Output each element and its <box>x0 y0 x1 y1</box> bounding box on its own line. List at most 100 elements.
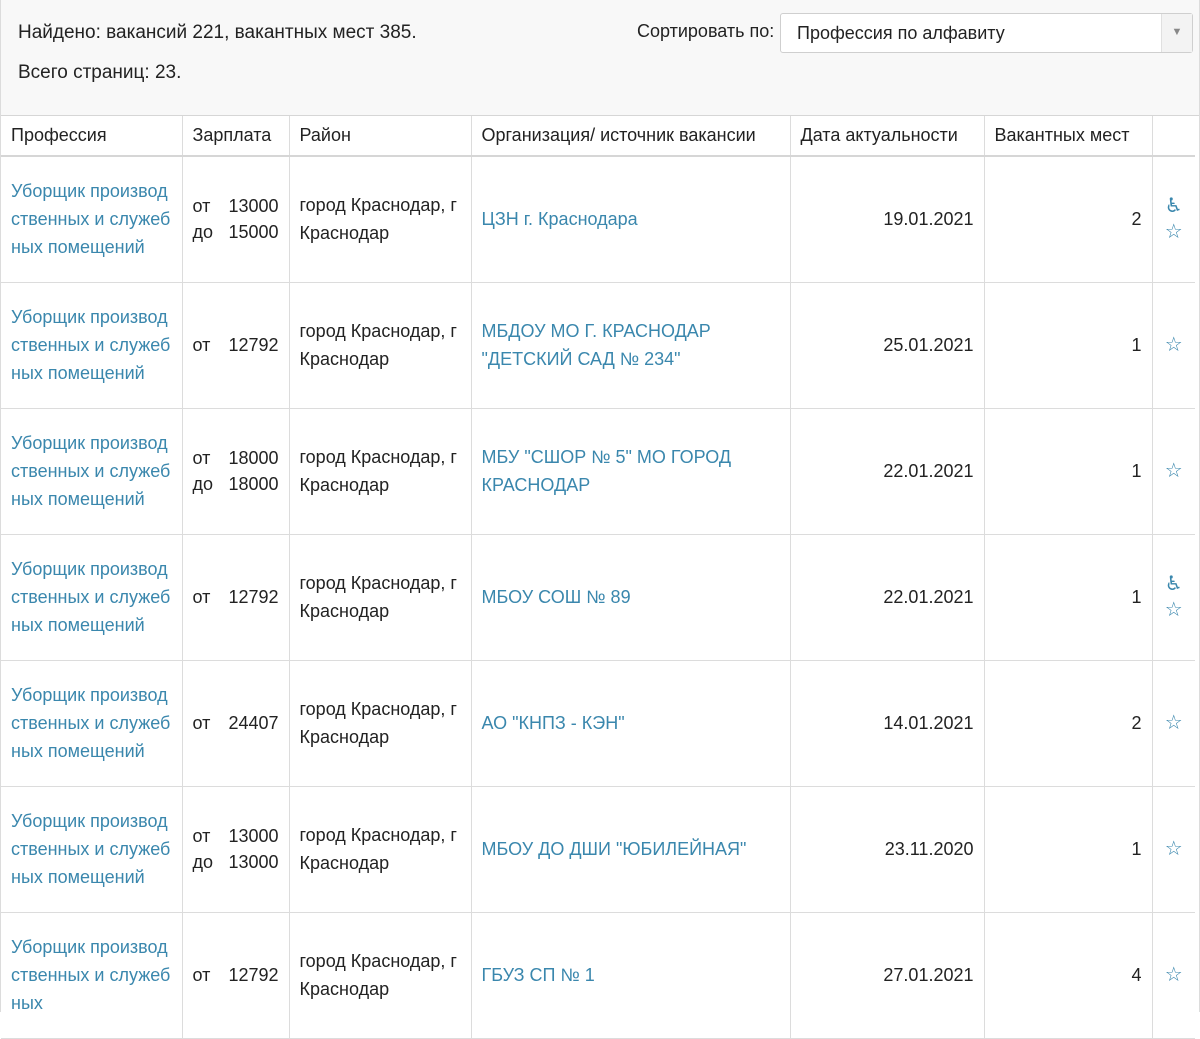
salary-from-value: 13000 <box>228 196 279 217</box>
sort-select[interactable]: Профессия по алфавиту ▼ <box>780 13 1193 53</box>
cell-date: 22.01.2021 <box>789 408 984 535</box>
cell-places: 1 <box>983 786 1152 913</box>
organization-link[interactable]: ГБУЗ СП № 1 <box>482 965 595 985</box>
salary-from-value: 24407 <box>228 713 279 733</box>
organization-link[interactable]: МБОУ СОШ № 89 <box>482 587 631 607</box>
salary-from: от 12792 <box>193 962 279 988</box>
salary-from-value: 12792 <box>228 965 279 985</box>
cell-date: 19.01.2021 <box>789 156 984 283</box>
organization-link[interactable]: ЦЗН г. Краснодара <box>482 209 638 229</box>
star-icon[interactable]: ☆ <box>1153 962 1196 988</box>
cell-date: 23.11.2020 <box>789 786 984 913</box>
salary-from-label: от <box>192 713 211 733</box>
cell-actions: ☆ <box>1151 282 1196 409</box>
header-places[interactable]: Вакантных мест <box>983 116 1152 157</box>
salary-from-label: от <box>192 196 211 217</box>
salary-to-label: до <box>192 474 214 494</box>
organization-link[interactable]: МБДОУ МО Г. КРАСНОДАР "ДЕТСКИЙ САД № 234… <box>482 321 711 369</box>
cell-district: город Краснодар, г Краснодар <box>288 156 471 283</box>
cell-actions: ☆ <box>1151 912 1196 1039</box>
profession-link[interactable]: Уборщик производственных и служебных пом… <box>11 685 170 761</box>
cell-profession: Уборщик производственных и служебных пом… <box>1 534 182 661</box>
cell-organization: ГБУЗ СП № 1 <box>470 912 790 1039</box>
cell-places: 2 <box>983 660 1152 787</box>
organization-link[interactable]: АО "КНПЗ - КЭН" <box>482 713 625 733</box>
cell-organization: МБУ "СШОР № 5" МО ГОРОД КРАСНОДАР <box>470 408 790 535</box>
profession-link[interactable]: Уборщик производственных и служебных пом… <box>11 811 170 887</box>
star-icon[interactable]: ☆ <box>1153 219 1196 245</box>
cell-district: город Краснодар, г Краснодар <box>288 660 471 787</box>
salary-from-label: от <box>192 587 211 607</box>
found-summary: Найдено: вакансий 221, вакантных мест 38… <box>18 22 417 43</box>
star-icon[interactable]: ☆ <box>1153 836 1196 862</box>
salary-from-label: от <box>192 335 211 355</box>
salary-to-value: 18000 <box>228 474 279 494</box>
cell-district: город Краснодар, г Краснодар <box>288 786 471 913</box>
salary-from-value: 18000 <box>228 448 279 468</box>
cell-salary: от 13000 до 13000 <box>181 786 289 913</box>
cell-district: город Краснодар, г Краснодар <box>288 408 471 535</box>
profession-link[interactable]: Уборщик производственных и служебных пом… <box>11 559 170 635</box>
salary-from-value: 12792 <box>228 335 279 355</box>
cell-date: 27.01.2021 <box>789 912 984 1039</box>
star-icon[interactable]: ☆ <box>1153 597 1196 623</box>
header-salary[interactable]: Зарплата <box>181 116 289 157</box>
cell-profession: Уборщик производственных и служебных пом… <box>1 660 182 787</box>
vacancies-table: Профессия Зарплата Район Организация/ ис… <box>1 116 1195 1039</box>
header-district[interactable]: Район <box>288 116 471 157</box>
cell-salary: от 18000 до 18000 <box>181 408 289 535</box>
cell-places: 2 <box>983 156 1152 283</box>
salary-from-label: от <box>192 448 211 468</box>
wheelchair-icon: ♿ <box>1164 573 1183 595</box>
salary-from: от 13000 <box>193 193 279 219</box>
table-row: Уборщик производственных и служебных пом… <box>1 786 1196 913</box>
salary-to: до 15000 <box>193 219 279 245</box>
cell-organization: МБДОУ МО Г. КРАСНОДАР "ДЕТСКИЙ САД № 234… <box>470 282 790 409</box>
profession-link[interactable]: Уборщик производственных и служебных пом… <box>11 307 170 383</box>
salary-from: от 18000 <box>193 445 279 471</box>
salary-to: до 18000 <box>193 471 279 497</box>
cell-actions: ☆ <box>1151 660 1196 787</box>
cell-date: 22.01.2021 <box>789 534 984 661</box>
cell-profession: Уборщик производственных и служебных пом… <box>1 282 182 409</box>
pages-summary: Всего страниц: 23. <box>18 62 182 83</box>
header-organization[interactable]: Организация/ источник вакансии <box>470 116 790 157</box>
header-profession[interactable]: Профессия <box>1 116 182 157</box>
profession-link[interactable]: Уборщик производственных и служебных <box>11 937 170 1013</box>
salary-to-value: 15000 <box>228 222 279 243</box>
organization-link[interactable]: МБУ "СШОР № 5" МО ГОРОД КРАСНОДАР <box>482 447 732 495</box>
cell-actions: ♿ ☆ <box>1151 534 1196 661</box>
salary-from: от 12792 <box>193 584 279 610</box>
table-row: Уборщик производственных и служебных пом… <box>1 282 1196 409</box>
wheelchair-icon: ♿ <box>1164 195 1183 218</box>
dropdown-arrow-icon[interactable]: ▼ <box>1161 14 1192 52</box>
organization-link[interactable]: МБОУ ДО ДШИ "ЮБИЛЕЙНАЯ" <box>482 839 747 859</box>
sort-label: Сортировать по: <box>637 21 775 41</box>
cell-actions: ♿ ☆ <box>1151 156 1196 283</box>
results-header: Найдено: вакансий 221, вакантных мест 38… <box>1 0 1199 116</box>
cell-district: город Краснодар, г Краснодар <box>288 282 471 409</box>
cell-salary: от 12792 <box>181 282 289 409</box>
salary-from-value: 12792 <box>228 587 279 607</box>
cell-salary: от 13000 до 15000 <box>181 156 289 283</box>
cell-profession: Уборщик производственных и служебных <box>1 912 182 1039</box>
table-header-row: Профессия Зарплата Район Организация/ ис… <box>1 116 1195 157</box>
cell-places: 4 <box>983 912 1152 1039</box>
salary-from: от 12792 <box>193 332 279 358</box>
star-icon[interactable]: ☆ <box>1153 332 1196 358</box>
cell-organization: ЦЗН г. Краснодара <box>470 156 790 283</box>
cell-district: город Краснодар, г Краснодар <box>288 534 471 661</box>
star-icon[interactable]: ☆ <box>1153 710 1196 736</box>
cell-places: 1 <box>983 534 1152 661</box>
profession-link[interactable]: Уборщик производственных и служебных пом… <box>11 433 170 509</box>
salary-to-value: 13000 <box>228 852 279 872</box>
header-date[interactable]: Дата актуальности <box>789 116 984 157</box>
table-row: Уборщик производственных и служебных пом… <box>1 660 1196 787</box>
cell-profession: Уборщик производственных и служебных пом… <box>1 786 182 913</box>
table-row: Уборщик производственных и служебных пом… <box>1 408 1196 535</box>
cell-date: 25.01.2021 <box>789 282 984 409</box>
star-icon[interactable]: ☆ <box>1153 458 1196 484</box>
salary-from-label: от <box>192 965 211 985</box>
cell-profession: Уборщик производственных и служебных пом… <box>1 156 182 283</box>
profession-link[interactable]: Уборщик производственных и служебных пом… <box>11 181 170 257</box>
